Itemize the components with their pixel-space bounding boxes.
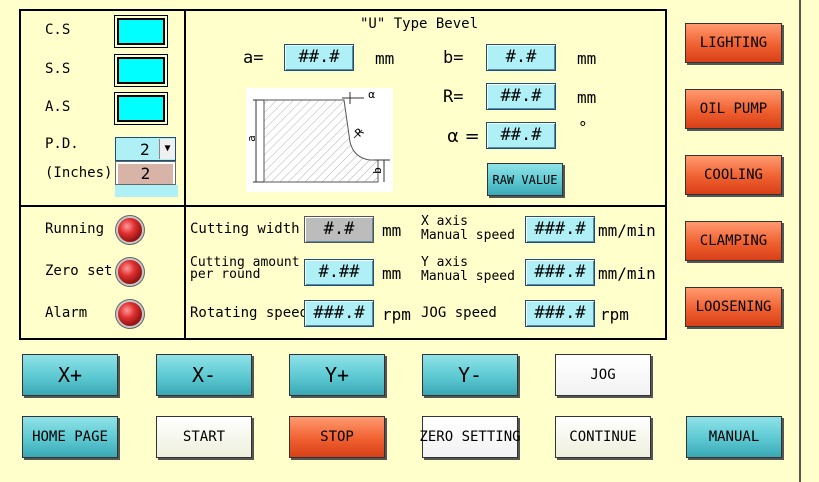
x-axis-label-line2: Manual speed — [421, 228, 515, 243]
pd-option-label: 2 — [140, 164, 151, 183]
rotating-speed-label: Rotating speed — [190, 305, 309, 321]
continue-label: CONTINUE — [569, 429, 637, 445]
ss-indicator[interactable] — [117, 57, 165, 84]
cutting-width-label: Cutting width — [190, 221, 300, 237]
y-plus-label: Y+ — [324, 363, 350, 387]
pd-dropdown[interactable]: 2 ▼ — [115, 137, 176, 161]
b-unit: mm — [577, 49, 597, 68]
zero-setting-label: ZERO SETTING — [419, 429, 521, 445]
diagram-label-b: b — [370, 167, 384, 174]
a-label: a= — [243, 48, 264, 68]
cs-label: C.S — [45, 22, 71, 38]
cs-indicator[interactable] — [117, 18, 165, 45]
clamping-button[interactable]: CLAMPING — [685, 221, 782, 261]
rotating-speed-field[interactable]: ###.# — [304, 300, 374, 327]
zero-set-lamp — [118, 260, 142, 284]
stop-button[interactable]: STOP — [289, 416, 385, 458]
manual-button[interactable]: MANUAL — [686, 416, 782, 458]
jog-speed-field[interactable]: ###.# — [525, 300, 595, 327]
home-page-label: HOME PAGE — [32, 429, 108, 445]
alpha-value-field[interactable]: ##.# — [486, 122, 556, 149]
cutting-width-unit: mm — [382, 221, 402, 240]
continue-button[interactable]: CONTINUE — [555, 416, 651, 458]
x-minus-button[interactable]: X- — [156, 354, 252, 396]
a-value-field[interactable]: ##.# — [284, 44, 354, 71]
r-unit: mm — [577, 88, 597, 107]
as-indicator[interactable] — [117, 95, 165, 122]
as-label: A.S — [45, 99, 71, 115]
b-value-field[interactable]: #.# — [486, 44, 556, 71]
diagram-label-alpha: α — [368, 88, 376, 101]
alarm-label: Alarm — [45, 305, 88, 321]
start-label: START — [182, 429, 226, 445]
zero-setting-button[interactable]: ZERO SETTING — [419, 416, 521, 458]
pd-selected-value: 2 — [140, 140, 150, 159]
pd-dropdown-footer — [115, 185, 178, 197]
r-label: R= — [443, 87, 464, 107]
cutting-amount-label-line2: per round — [190, 267, 261, 282]
raw-value-button[interactable]: RAW VALUE — [487, 163, 563, 196]
jog-speed-label: JOG speed — [421, 305, 497, 321]
x-plus-label: X+ — [57, 363, 83, 387]
chevron-down-icon[interactable]: ▼ — [159, 139, 175, 159]
inches-label: (Inches) — [45, 165, 113, 181]
jog-button[interactable]: JOG — [555, 354, 651, 396]
running-label: Running — [45, 221, 105, 237]
loosening-button-label: LOOSENING — [695, 299, 772, 315]
clamping-button-label: CLAMPING — [699, 233, 768, 249]
pd-option[interactable]: 2 — [118, 164, 173, 184]
zero-set-label: Zero set — [45, 263, 113, 279]
pd-label: P.D. — [45, 136, 79, 152]
start-button[interactable]: START — [156, 416, 252, 458]
a-unit: mm — [375, 49, 395, 68]
rotating-speed-unit: rpm — [382, 305, 411, 324]
r-value-field[interactable]: ##.# — [486, 83, 556, 110]
jog-label: JOG — [590, 367, 616, 383]
lighting-button[interactable]: LIGHTING — [685, 23, 782, 63]
alpha-unit: ° — [578, 118, 588, 137]
bevel-diagram: a b R α — [244, 88, 393, 192]
home-page-button[interactable]: HOME PAGE — [22, 416, 118, 458]
y-axis-label-line2: Manual speed — [421, 269, 515, 284]
ss-label: S.S — [45, 61, 71, 77]
x-axis-label-line1: X axis — [421, 214, 468, 229]
y-axis-speed-field[interactable]: ###.# — [525, 259, 595, 286]
cutting-amount-unit: mm — [382, 264, 402, 283]
oil-pump-button-label: OIL PUMP — [699, 101, 768, 117]
jog-speed-unit: rpm — [600, 305, 629, 324]
loosening-button[interactable]: LOOSENING — [685, 287, 782, 327]
pd-dropdown-list: 2 — [115, 161, 176, 185]
b-label: b= — [443, 48, 464, 68]
lighting-button-label: LIGHTING — [699, 35, 768, 51]
raw-value-label: RAW VALUE — [492, 172, 558, 187]
cooling-button-label: COOLING — [703, 167, 763, 183]
cooling-button[interactable]: COOLING — [685, 155, 782, 195]
cutting-amount-field[interactable]: #.## — [304, 259, 374, 286]
running-lamp — [118, 218, 142, 242]
alarm-lamp — [118, 302, 142, 326]
y-axis-speed-unit: mm/min — [598, 264, 656, 283]
x-minus-label: X- — [191, 363, 217, 387]
oil-pump-button[interactable]: OIL PUMP — [685, 89, 782, 129]
y-minus-button[interactable]: Y- — [422, 354, 518, 396]
x-axis-speed-field[interactable]: ###.# — [525, 216, 595, 243]
cutting-width-field[interactable]: #.# — [304, 216, 374, 243]
u-bevel-drawing — [253, 92, 390, 183]
alpha-label: α = — [447, 126, 480, 147]
x-plus-button[interactable]: X+ — [22, 354, 118, 396]
y-minus-label: Y- — [457, 363, 483, 387]
x-axis-speed-unit: mm/min — [598, 221, 656, 240]
diagram-label-a: a — [244, 135, 258, 142]
y-plus-button[interactable]: Y+ — [289, 354, 385, 396]
bevel-title: "U" Type Bevel — [360, 16, 479, 32]
y-axis-label-line1: Y axis — [421, 255, 468, 270]
manual-label: MANUAL — [708, 429, 760, 445]
stop-label: STOP — [320, 429, 354, 445]
